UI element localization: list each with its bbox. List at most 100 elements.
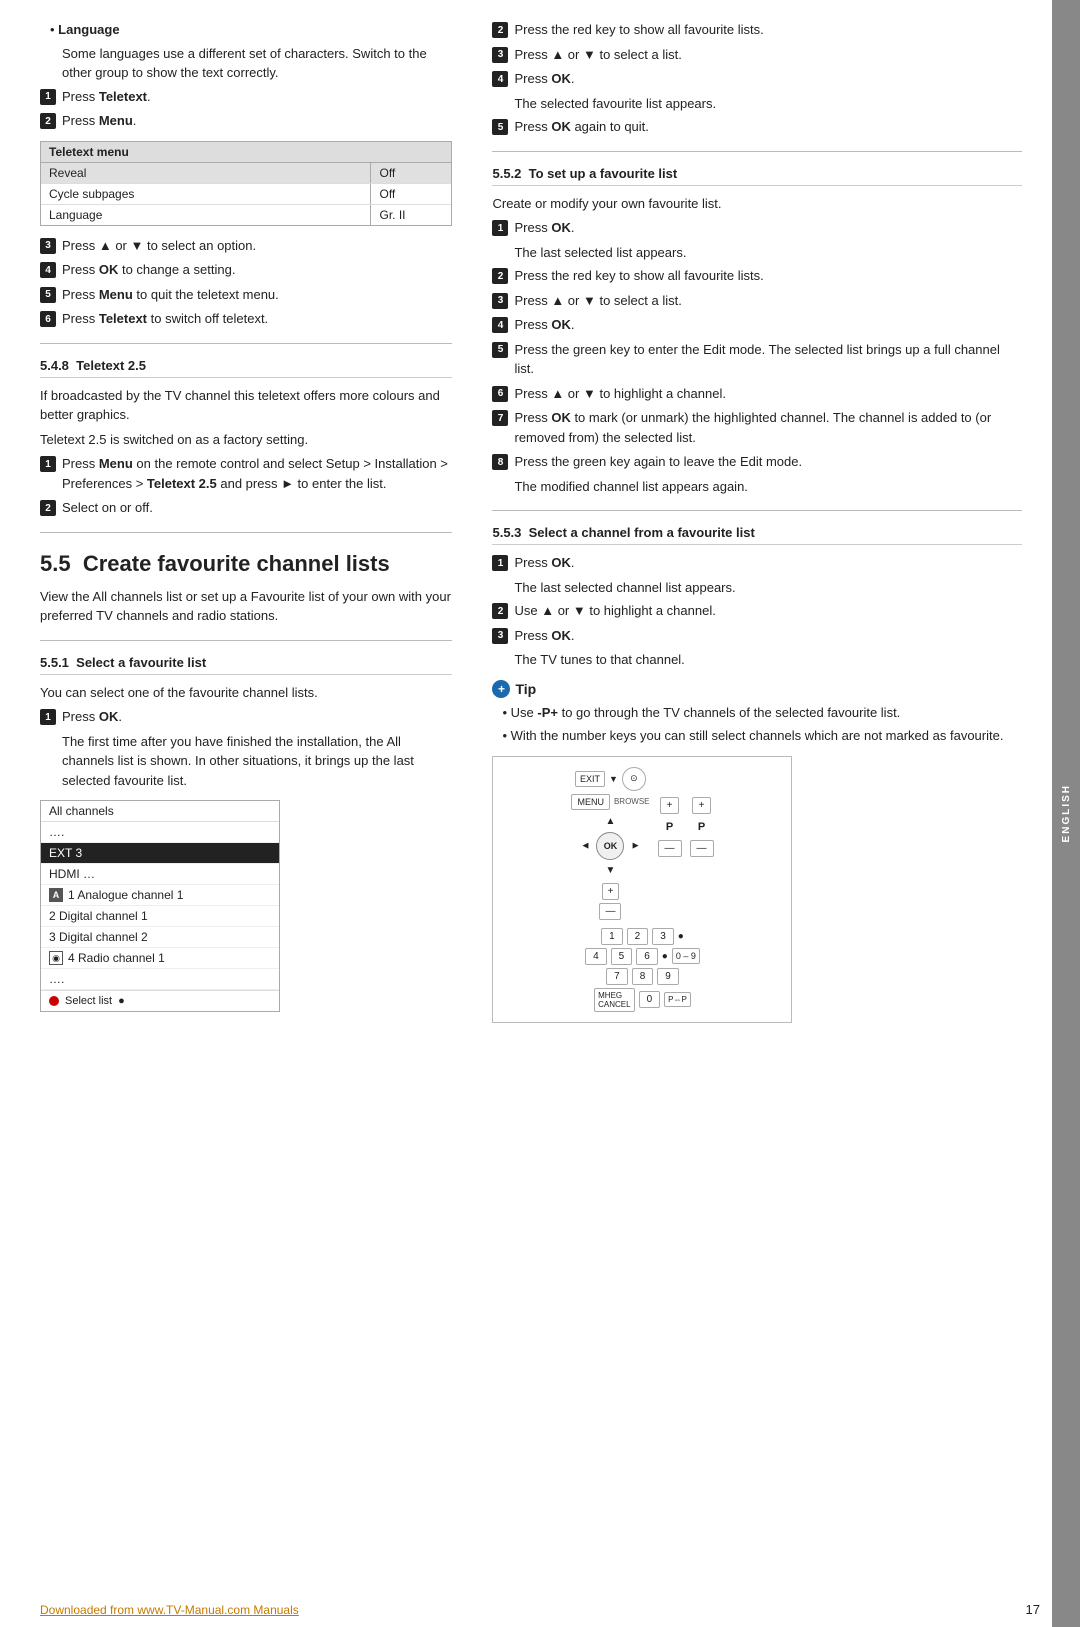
left-column: Language Some languages use a different …: [40, 20, 482, 1607]
remote-btn-4: 4: [585, 948, 607, 965]
step-num-3: 3: [40, 238, 56, 254]
tip-heading: Tip: [515, 681, 536, 697]
552-step-4: 4 Press OK.: [492, 315, 1022, 335]
remote-middle-section: + P —: [658, 797, 682, 857]
tip-title: + Tip: [492, 680, 1022, 698]
553-step1-sub: The last selected channel list appears.: [514, 578, 1022, 598]
remote-diagram: EXIT ▼ ⊙ MENU BROWSE ▲ ▼ ◄: [492, 756, 792, 1023]
step-num-6: 6: [40, 311, 56, 327]
r-step-num-2: 2: [492, 22, 508, 38]
side-tab: ENGLISH: [1052, 0, 1080, 1627]
553-step-num-1: 1: [492, 555, 508, 571]
remote-btn-5: 5: [611, 948, 633, 965]
table-cell-reveal-label: Reveal: [41, 163, 371, 183]
552-step-5: 5 Press the green key to enter the Edit …: [492, 340, 1022, 379]
553-step3-sub: The TV tunes to that channel.: [514, 650, 1022, 670]
teletext-step-num-2: 2: [40, 500, 56, 516]
552-step-text-3: Press ▲ or ▼ to select a list.: [514, 291, 1022, 311]
552-step-num-1: 1: [492, 220, 508, 236]
section-548-number: 5.4.8: [40, 358, 69, 373]
remote-browse-label: BROWSE: [614, 797, 650, 806]
remote-plus-btn: +: [602, 883, 620, 900]
teletext-step-text-1: Press Menu on the remote control and sel…: [62, 454, 452, 493]
table-cell-cycle-value: Off: [371, 184, 451, 204]
552-step-8: 8 Press the green key again to leave the…: [492, 452, 1022, 472]
remote-r-p-label: P: [698, 821, 705, 833]
step-1-teletext: 1 Press Teletext.: [40, 87, 452, 107]
remote-btn-7: 7: [606, 968, 628, 985]
section-548-heading: Teletext 2.5: [76, 358, 146, 373]
remote-btn-0: 0: [639, 991, 661, 1008]
552-step-text-2: Press the red key to show all favourite …: [514, 266, 1022, 286]
channel-item-hdmi: HDMI …: [41, 864, 279, 885]
remote-btn-1: 1: [601, 928, 623, 945]
552-step-3: 3 Press ▲ or ▼ to select a list.: [492, 291, 1022, 311]
section-553: 5.5.3 Select a channel from a favourite …: [492, 525, 1022, 670]
section-55-heading: Create favourite channel lists: [83, 551, 390, 576]
r-step-2: 2 Press the red key to show all favourit…: [492, 20, 1022, 40]
552-step-7: 7 Press OK to mark (or unmark) the highl…: [492, 408, 1022, 447]
remote-r-plus: +: [692, 797, 712, 814]
section-55-para: View the All channels list or set up a F…: [40, 587, 452, 626]
remote-minus-btn: —: [599, 903, 621, 920]
page-footer: Downloaded from www.TV-Manual.com Manual…: [0, 1602, 1080, 1617]
section-548: 5.4.8 Teletext 2.5 If broadcasted by the…: [40, 358, 452, 518]
553-step-num-2: 2: [492, 603, 508, 619]
step-5: 5 Press Menu to quit the teletext menu.: [40, 285, 452, 305]
552-step-text-8: Press the green key again to leave the E…: [514, 452, 1022, 472]
section-552-heading: To set up a favourite list: [529, 166, 678, 181]
channel-text-dots2: ….: [49, 972, 64, 986]
step-2-menu: 2 Press Menu.: [40, 111, 452, 131]
remote-btn-9: 9: [657, 968, 679, 985]
552-step-text-5: Press the green key to enter the Edit mo…: [514, 340, 1022, 379]
r-step-5: 5 Press OK again to quit.: [492, 117, 1022, 137]
channel-text-ext3: EXT 3: [49, 846, 82, 860]
channel-footer: Select list ●: [41, 990, 279, 1011]
section-553-title: 5.5.3 Select a channel from a favourite …: [492, 525, 1022, 545]
channel-text-dots1: ….: [49, 825, 64, 839]
553-step-text-1: Press OK.: [514, 553, 1022, 573]
language-section: Language Some languages use a different …: [40, 20, 452, 329]
remote-p-plus: +: [660, 797, 680, 814]
section-55-title: 5.5 Create favourite channel lists: [40, 551, 452, 577]
remote-r-minus: —: [690, 840, 714, 857]
r-step-3: 3 Press ▲ or ▼ to select a list.: [492, 45, 1022, 65]
remote-dot-2: ●: [662, 951, 668, 962]
step-num-1: 1: [40, 89, 56, 105]
remote-option-btn: ⊙: [622, 767, 646, 791]
552-step-num-6: 6: [492, 386, 508, 402]
page-container: ENGLISH Language Some languages use a di…: [0, 0, 1080, 1627]
552-step8-sub: The modified channel list appears again.: [514, 477, 1022, 497]
main-content: Language Some languages use a different …: [0, 0, 1052, 1627]
teletext-para1: If broadcasted by the TV channel this te…: [40, 386, 452, 425]
remote-btn-3: 3: [652, 928, 674, 945]
remote-left-section: EXIT ▼ ⊙ MENU BROWSE ▲ ▼ ◄: [571, 767, 649, 920]
section-551-step-num-1: 1: [40, 709, 56, 725]
step-text-2: Press Menu.: [62, 111, 452, 131]
teletext-step-2: 2 Select on or off.: [40, 498, 452, 518]
remote-numpad: 1 2 3 ● 4 5 6 ● 0 – 9 7 8: [503, 928, 781, 1012]
step-num-5: 5: [40, 287, 56, 303]
section-552-title: 5.5.2 To set up a favourite list: [492, 166, 1022, 186]
section-551-step-text-1: Press OK.: [62, 707, 452, 727]
select-list-label: Select list: [65, 995, 112, 1007]
language-bullet: Language: [50, 20, 452, 40]
channel-item-digital1: 2 Digital channel 1: [41, 906, 279, 927]
552-step-num-4: 4: [492, 317, 508, 333]
channel-list-header: All channels: [41, 801, 279, 822]
footer-link[interactable]: Downloaded from www.TV-Manual.com Manual…: [40, 1603, 299, 1617]
section-553-number: 5.5.3: [492, 525, 521, 540]
552-step1-sub: The last selected list appears.: [514, 243, 1022, 263]
channel-item-digital2: 3 Digital channel 2: [41, 927, 279, 948]
table-header: Teletext menu: [41, 142, 451, 163]
552-step-6: 6 Press ▲ or ▼ to highlight a channel.: [492, 384, 1022, 404]
remote-nav-pad: ▲ ▼ ◄ ► OK: [580, 816, 640, 876]
remote-exit-btn: EXIT: [575, 771, 605, 787]
channel-item-dots2: ….: [41, 969, 279, 990]
section-551: 5.5.1 Select a favourite list You can se…: [40, 655, 452, 1013]
channel-text-digital2: 3 Digital channel 2: [49, 930, 148, 944]
table-cell-reveal-value: Off: [371, 163, 451, 183]
r-divider-1: [492, 151, 1022, 152]
icon-radio: ◉: [49, 951, 63, 965]
r-step-text-4: Press OK.: [514, 69, 1022, 89]
